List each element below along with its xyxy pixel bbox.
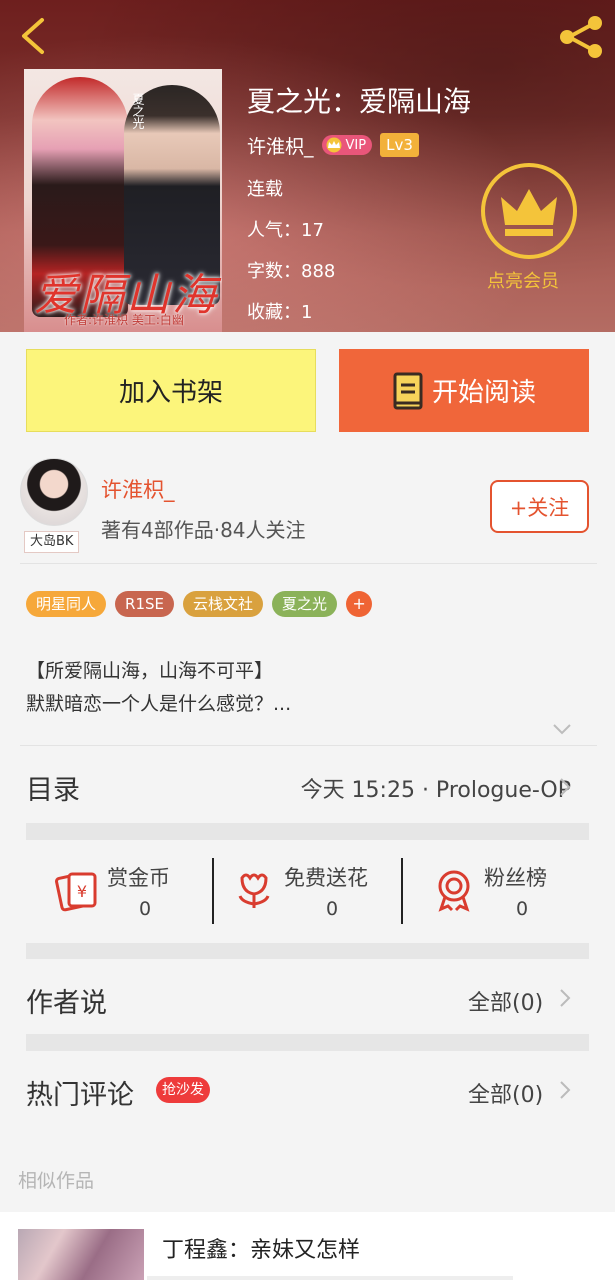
book-icon (393, 372, 423, 409)
author-says-title[interactable]: 作者说 (26, 981, 107, 1020)
follow-button[interactable]: +关注 (490, 480, 589, 533)
book-header: 夏之光 爱隔山海 作者:许淮枳 美工:白幽 夏之光：爱隔山海 许淮枳_ VIP … (0, 0, 615, 332)
blurb-line-2: 默默暗恋一个人是什么感觉？... (26, 693, 292, 715)
reward-coins-label: 赏金币 (107, 866, 170, 890)
section-separator (26, 943, 589, 959)
tag-list: 明星同人 R1SE 云栈文社 夏之光 + (26, 591, 373, 617)
svg-text:¥: ¥ (77, 882, 87, 901)
hot-comments-all[interactable]: 全部(0) (468, 1077, 543, 1109)
header-author-row: 许淮枳_ VIP Lv3 (247, 132, 419, 158)
author-name[interactable]: 许淮枳_ (101, 474, 175, 504)
toc-label[interactable]: 目录 (26, 768, 80, 807)
add-to-shelf-button[interactable]: 加入书架 (26, 349, 316, 432)
reward-coins-value: 0 (139, 898, 152, 920)
start-reading-label: 开始阅读 (431, 378, 536, 408)
reward-flower-label: 免费送花 (284, 866, 368, 890)
tag-item[interactable]: 明星同人 (26, 591, 107, 617)
similar-book-cover[interactable] (18, 1229, 144, 1280)
similar-works-label: 相似作品 (18, 1170, 95, 1192)
vip-label: VIP (345, 137, 367, 153)
section-separator (26, 823, 589, 840)
tag-item[interactable]: R1SE (115, 591, 174, 617)
back-arrow-icon[interactable] (14, 14, 54, 58)
author-stats: 著有4部作品·84人关注 (101, 518, 306, 542)
popularity: 人气：17 (247, 220, 324, 241)
reward-fans-label: 粉丝榜 (484, 866, 547, 890)
chevron-down-icon[interactable] (552, 722, 572, 736)
blurb-line-1: 【所爱隔山海，山海不可平】 (26, 660, 274, 682)
hot-comments-title[interactable]: 热门评论 (26, 1073, 134, 1112)
divider (20, 745, 597, 746)
avatar-tag: 大岛BK (24, 531, 80, 553)
reward-fans[interactable]: 粉丝榜 0 (432, 858, 572, 924)
chevron-right-icon[interactable] (559, 1080, 571, 1100)
medal-icon (438, 870, 470, 912)
tag-item[interactable]: 夏之光 (272, 591, 338, 617)
section-separator (26, 1034, 589, 1051)
reward-coins[interactable]: ¥ 赏金币 0 (55, 858, 205, 924)
book-title: 夏之光：爱隔山海 (247, 85, 472, 118)
reward-flower-value: 0 (326, 898, 339, 920)
divider (212, 858, 214, 924)
tag-item[interactable]: 云栈文社 (182, 591, 263, 617)
red-envelope-yen-icon: ¥ (55, 872, 97, 912)
chevron-right-icon[interactable] (559, 777, 571, 797)
toc-latest-chapter[interactable]: 今天 15:25 · Prologue-OP (301, 772, 571, 804)
cover-subtitle: 作者:许淮枳 美工:白幽 (64, 313, 184, 327)
vip-crown-icon (326, 137, 342, 153)
more-tags-button[interactable]: + (346, 591, 373, 617)
similar-book-title[interactable]: 丁程鑫：亲妹又怎样 (162, 1232, 360, 1264)
vip-badge: VIP (321, 135, 373, 155)
flower-icon (238, 873, 270, 908)
crown-icon[interactable] (481, 163, 577, 259)
header-author-name[interactable]: 许淮枳_ (247, 132, 314, 159)
divider (401, 858, 403, 924)
start-reading-button[interactable]: 开始阅读 (339, 349, 589, 432)
member-label[interactable]: 点亮会员 (487, 267, 559, 293)
reward-flower[interactable]: 免费送花 0 (232, 858, 392, 924)
divider (20, 563, 597, 564)
word-count: 字数：888 (247, 261, 336, 282)
favorites-count: 收藏：1 (247, 302, 313, 323)
author-avatar[interactable] (20, 458, 88, 526)
level-badge: Lv3 (380, 133, 419, 157)
share-icon[interactable] (556, 14, 606, 60)
first-comment-badge[interactable]: 抢沙发 (156, 1077, 210, 1103)
reward-fans-value: 0 (516, 898, 529, 920)
serial-status: 连载 (247, 179, 283, 200)
chevron-right-icon[interactable] (559, 988, 571, 1008)
book-cover[interactable]: 夏之光 爱隔山海 作者:许淮枳 美工:白幽 (24, 69, 222, 332)
author-says-all[interactable]: 全部(0) (468, 985, 543, 1017)
similar-book-meta-bar (147, 1276, 513, 1280)
cover-tag: 夏之光 (131, 93, 145, 129)
